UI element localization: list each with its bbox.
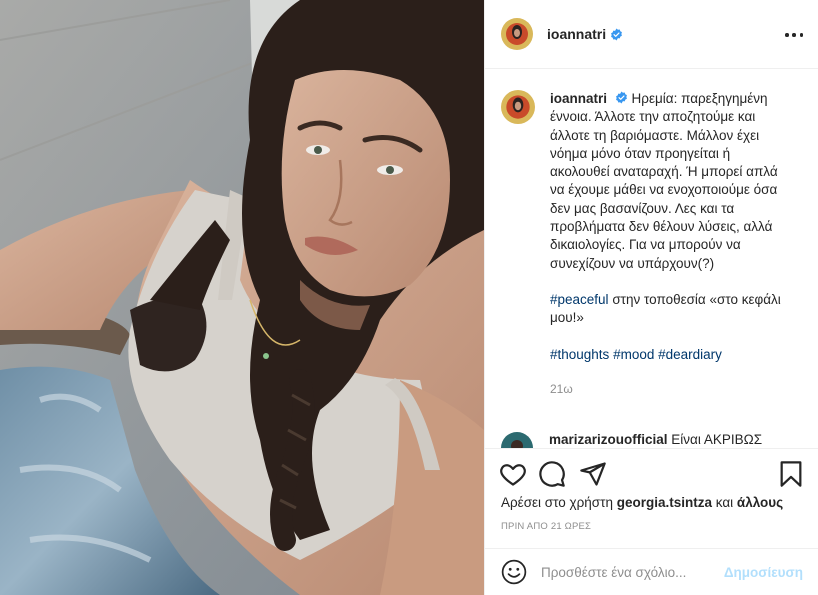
avatar-image bbox=[501, 90, 535, 124]
comment-input[interactable]: Προσθέστε ένα σχόλιο... bbox=[541, 565, 686, 580]
more-options-icon[interactable] bbox=[785, 26, 803, 44]
add-comment-bar: Προσθέστε ένα σχόλιο... Δημοσίευση bbox=[485, 548, 818, 595]
liked-by-user[interactable]: georgia.tsintza bbox=[617, 495, 712, 510]
commenter-username[interactable]: marizarizouofficial bbox=[549, 432, 668, 447]
verified-badge-icon bbox=[615, 91, 627, 104]
caption-username[interactable]: ioannatri bbox=[550, 91, 607, 106]
author-avatar[interactable] bbox=[501, 18, 533, 50]
post-actions: Αρέσει στο χρήστη georgia.tsintza και άλ… bbox=[485, 448, 818, 548]
caption-timestamp[interactable]: 21ω bbox=[550, 380, 790, 398]
likes-middle: και bbox=[712, 495, 737, 510]
woman-selfie-image bbox=[0, 0, 484, 595]
commenter-avatar[interactable] bbox=[501, 432, 533, 448]
heart-icon[interactable] bbox=[499, 460, 527, 488]
likes-summary: Αρέσει στο χρήστη georgia.tsintza και άλ… bbox=[501, 495, 783, 510]
caption: ioannatri Ηρεμία: παρεξηγημένη έννοια. Ά… bbox=[501, 90, 801, 398]
instagram-post: ioannatri ioannatri Ηρεμία: παρεξηγημένη… bbox=[0, 0, 818, 595]
caption-body: ioannatri Ηρεμία: παρεξηγημένη έννοια. Ά… bbox=[550, 90, 790, 398]
avatar-image bbox=[501, 18, 533, 50]
post-date[interactable]: ΠΡΙΝ ΑΠΟ 21 ΩΡΕΣ bbox=[501, 521, 591, 532]
post-comment-button[interactable]: Δημοσίευση bbox=[724, 565, 803, 580]
liked-by-others[interactable]: άλλους bbox=[737, 495, 783, 510]
post-side-panel: ioannatri ioannatri Ηρεμία: παρεξηγημένη… bbox=[484, 0, 818, 595]
author-username[interactable]: ioannatri bbox=[547, 26, 606, 42]
avatar-image bbox=[501, 432, 533, 448]
bookmark-icon[interactable] bbox=[777, 460, 805, 488]
likes-prefix: Αρέσει στο χρήστη bbox=[501, 495, 617, 510]
caption-avatar[interactable] bbox=[501, 90, 535, 124]
post-photo[interactable] bbox=[0, 0, 484, 595]
comment-text: Είναι ΑΚΡΙΒΩΣ bbox=[671, 432, 763, 447]
caption-text: Ηρεμία: παρεξηγημένη έννοια. Άλλοτε την … bbox=[550, 91, 782, 271]
comment-item: marizarizouofficial Είναι ΑΚΡΙΒΩΣ bbox=[501, 432, 801, 448]
comment-text-line: marizarizouofficial Είναι ΑΚΡΙΒΩΣ bbox=[549, 432, 762, 447]
hashtag-link[interactable]: #peaceful bbox=[550, 292, 609, 307]
hashtag-link[interactable]: #mood bbox=[613, 347, 654, 362]
verified-badge-icon bbox=[611, 28, 623, 40]
post-header: ioannatri bbox=[485, 0, 818, 69]
comment-icon[interactable] bbox=[538, 460, 566, 488]
caption-location: #peaceful στην τοποθεσία «στο κεφάλι μου… bbox=[550, 291, 790, 328]
hashtag-link[interactable]: #deardiary bbox=[658, 347, 722, 362]
emoji-icon[interactable] bbox=[501, 559, 527, 585]
hashtag-link[interactable]: #thoughts bbox=[550, 347, 609, 362]
comments-section: ioannatri Ηρεμία: παρεξηγημένη έννοια. Ά… bbox=[485, 70, 818, 448]
paper-plane-icon[interactable] bbox=[579, 460, 607, 488]
action-icons-row bbox=[499, 460, 805, 488]
caption-hashtags: #thoughts #mood #deardiary bbox=[550, 346, 790, 364]
